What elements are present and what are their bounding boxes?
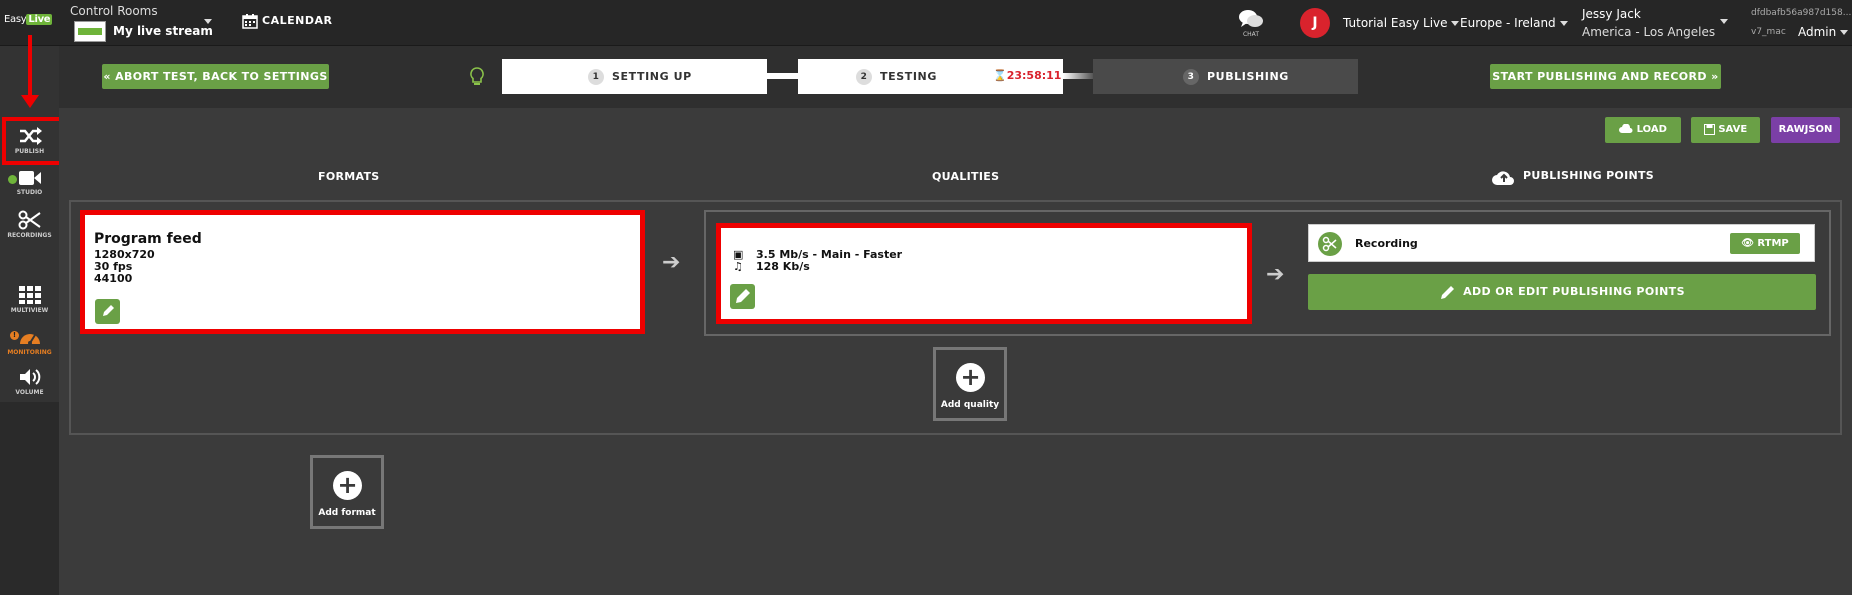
save-button[interactable]: SAVE <box>1691 117 1760 143</box>
grid-icon <box>18 286 41 304</box>
eye-icon: 👁 <box>1741 238 1754 249</box>
arrow-right-icon: ➔ <box>662 250 681 275</box>
step-publishing[interactable]: 3 PUBLISHING <box>1093 59 1358 94</box>
chevron-down-icon <box>1840 30 1849 35</box>
chat-icon <box>1239 10 1263 27</box>
qualities-header: QUALITIES <box>932 170 1000 183</box>
region-dropdown[interactable]: Europe - Ireland <box>1460 16 1568 30</box>
chevron-down-icon[interactable] <box>204 19 212 24</box>
tutorial-dropdown[interactable]: Tutorial Easy Live <box>1343 16 1460 30</box>
cloud-upload-icon <box>1492 171 1514 185</box>
user-name[interactable]: Jessy Jack <box>1582 7 1641 21</box>
calendar-button[interactable]: CALENDAR <box>242 13 332 29</box>
publishing-points-header: PUBLISHING POINTS <box>1491 166 1654 186</box>
edit-format-button[interactable] <box>95 299 120 324</box>
sidebar-item-monitoring[interactable]: MONITORING <box>0 327 59 356</box>
admin-dropdown[interactable]: Admin <box>1798 25 1849 39</box>
plus-icon: + <box>956 363 985 392</box>
scissors-icon <box>1318 232 1342 256</box>
top-bar: Easy Live Control Rooms My live stream CA… <box>0 0 1852 46</box>
step-connector <box>767 73 798 79</box>
video-camera-icon <box>18 171 41 185</box>
pencil-icon <box>736 289 750 303</box>
sidebar-item-recordings[interactable]: RECORDINGS <box>0 210 59 239</box>
edit-quality-button[interactable] <box>730 284 755 309</box>
format-title: Program feed <box>94 231 202 247</box>
pencil-icon <box>1441 286 1455 299</box>
step-connector <box>1063 73 1093 79</box>
hourglass-icon: ⌛ <box>993 69 1007 82</box>
annotation-arrow <box>28 35 32 99</box>
volume-icon <box>19 369 40 385</box>
formats-header: FORMATS <box>318 170 380 183</box>
rtmp-button[interactable]: 👁 RTMP <box>1730 233 1800 254</box>
format-card[interactable]: Program feed 1280x720 30 fps 44100 <box>80 210 645 334</box>
stream-thumbnail <box>74 21 106 42</box>
abort-test-button[interactable]: « ABORT TEST, BACK TO SETTINGS <box>102 64 329 89</box>
quality-audio: 128 Kb/s <box>756 260 810 273</box>
test-timer: ⌛23:58:11 <box>993 69 1062 82</box>
chevron-down-icon <box>1451 21 1460 26</box>
music-note-icon: ♫ <box>733 260 743 273</box>
add-quality-button[interactable]: + Add quality <box>933 347 1007 421</box>
lightbulb-icon[interactable] <box>470 67 484 91</box>
cloud-upload-icon <box>1619 123 1633 133</box>
step-setting-up[interactable]: 1 SETTING UP <box>502 59 767 94</box>
chevron-down-icon <box>1559 21 1568 26</box>
arrow-right-icon: ➔ <box>1266 262 1285 287</box>
load-button[interactable]: LOAD <box>1605 117 1681 143</box>
sidebar-item-volume[interactable]: VOLUME <box>0 367 59 396</box>
sidebar-item-studio[interactable]: STUDIO <box>0 169 59 196</box>
pencil-icon <box>103 305 114 316</box>
start-publishing-button[interactable]: START PUBLISHING AND RECORD » <box>1490 64 1721 89</box>
chat-button[interactable]: CHAT <box>1236 9 1266 38</box>
plus-icon: + <box>333 471 362 500</box>
scissors-icon <box>18 210 41 230</box>
chevron-down-icon[interactable] <box>1720 19 1728 24</box>
version-tag: v7_mac <box>1751 27 1786 37</box>
publishing-point-recording[interactable]: Recording 👁 RTMP <box>1308 224 1815 262</box>
add-edit-publishing-points-button[interactable]: ADD OR EDIT PUBLISHING POINTS <box>1308 274 1816 310</box>
control-rooms-label: Control Rooms <box>70 4 158 18</box>
annotation-arrowhead <box>21 95 39 108</box>
rawjson-button[interactable]: RAWJSON <box>1771 117 1840 143</box>
avatar[interactable]: J <box>1300 8 1330 38</box>
calendar-icon <box>242 14 258 29</box>
add-format-button[interactable]: + Add format <box>310 455 384 529</box>
easylive-logo[interactable]: Easy Live <box>4 14 54 30</box>
quality-card[interactable]: ▣ 3.5 Mb/s - Main - Faster ♫ 128 Kb/s <box>716 223 1252 324</box>
publishing-point-name: Recording <box>1355 237 1418 250</box>
gauge-icon <box>19 334 40 345</box>
sidebar-item-multiview[interactable]: MULTIVIEW <box>0 285 59 314</box>
version-hash: dfdbafb56a987d158... <box>1751 8 1852 18</box>
floppy-icon <box>1703 123 1715 135</box>
format-audio-rate: 44100 <box>94 272 133 285</box>
stream-name[interactable]: My live stream <box>113 24 213 38</box>
user-timezone: America - Los Angeles <box>1582 25 1716 39</box>
